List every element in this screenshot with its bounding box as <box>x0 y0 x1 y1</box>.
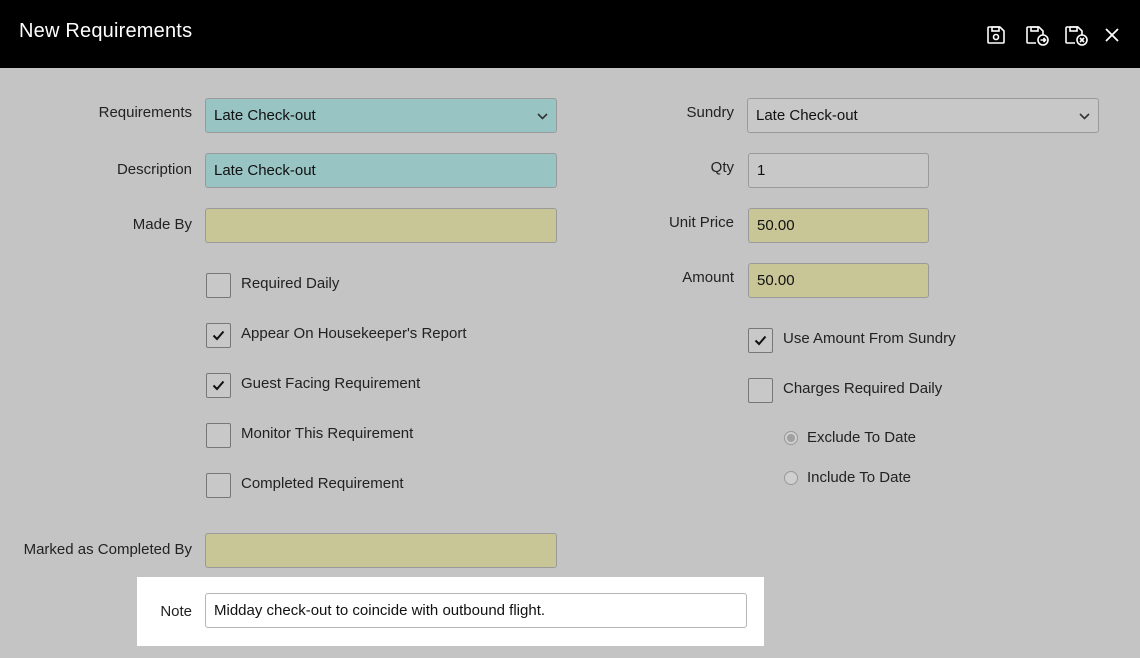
description-label: Description <box>116 161 192 178</box>
sundry-label: Sundry <box>686 104 734 121</box>
checkmark-icon <box>754 335 767 346</box>
requirements-value: Late Check-out <box>214 107 316 124</box>
qty-value: 1 <box>757 162 766 179</box>
sundry-value: Late Check-out <box>756 107 858 124</box>
required-daily-label: Required Daily <box>241 275 340 292</box>
marked-completed-by-label: Marked as Completed By <box>23 541 192 558</box>
amount-input[interactable]: 50.00 <box>748 263 929 298</box>
appear-on-housekeeper-report-label: Appear On Housekeeper's Report <box>241 325 467 342</box>
save-and-close-icon[interactable] <box>1062 22 1090 48</box>
include-to-date-radio[interactable] <box>784 471 798 485</box>
window-header: New Requirements <box>0 0 1140 68</box>
requirements-label: Requirements <box>98 104 192 121</box>
note-label: Note <box>160 603 192 620</box>
unit-price-input[interactable]: 50.00 <box>748 208 929 243</box>
note-value: Midday check-out to coincide with outbou… <box>214 602 546 619</box>
close-icon[interactable] <box>1099 22 1125 48</box>
made-by-label: Made By <box>132 216 192 233</box>
sundry-select[interactable]: Late Check-out <box>747 98 1099 133</box>
monitor-this-requirement-checkbox[interactable] <box>206 423 231 448</box>
marked-completed-by-input[interactable] <box>205 533 557 568</box>
amount-value: 50.00 <box>757 272 795 289</box>
use-amount-from-sundry-checkbox[interactable] <box>748 328 773 353</box>
requirements-select[interactable]: Late Check-out <box>205 98 557 133</box>
charges-required-daily-label: Charges Required Daily <box>783 380 943 397</box>
use-amount-from-sundry-label: Use Amount From Sundry <box>783 330 956 347</box>
chevron-down-icon <box>537 109 548 123</box>
description-input[interactable]: Late Check-out <box>205 153 557 188</box>
amount-label: Amount <box>682 269 734 286</box>
checkmark-icon <box>212 330 225 341</box>
exclude-to-date-radio[interactable] <box>784 431 798 445</box>
charges-required-daily-checkbox[interactable] <box>748 378 773 403</box>
chevron-down-icon <box>1079 109 1090 123</box>
monitor-this-requirement-label: Monitor This Requirement <box>241 425 414 442</box>
save-and-new-icon[interactable] <box>1023 22 1051 48</box>
appear-on-housekeeper-report-checkbox[interactable] <box>206 323 231 348</box>
completed-requirement-label: Completed Requirement <box>241 475 404 492</box>
include-to-date-label: Include To Date <box>807 469 911 486</box>
guest-facing-requirement-label: Guest Facing Requirement <box>241 375 421 392</box>
qty-label: Qty <box>710 159 734 176</box>
exclude-to-date-label: Exclude To Date <box>807 429 916 446</box>
window-title: New Requirements <box>19 20 193 42</box>
description-value: Late Check-out <box>214 162 316 179</box>
note-input[interactable]: Midday check-out to coincide with outbou… <box>205 593 747 628</box>
checkmark-icon <box>212 380 225 391</box>
required-daily-checkbox[interactable] <box>206 273 231 298</box>
radio-selected-dot <box>787 434 795 442</box>
unit-price-value: 50.00 <box>757 217 795 234</box>
guest-facing-requirement-checkbox[interactable] <box>206 373 231 398</box>
qty-input[interactable]: 1 <box>748 153 929 188</box>
unit-price-label: Unit Price <box>668 214 734 231</box>
completed-requirement-checkbox[interactable] <box>206 473 231 498</box>
made-by-input[interactable] <box>205 208 557 243</box>
save-icon[interactable] <box>983 22 1009 48</box>
